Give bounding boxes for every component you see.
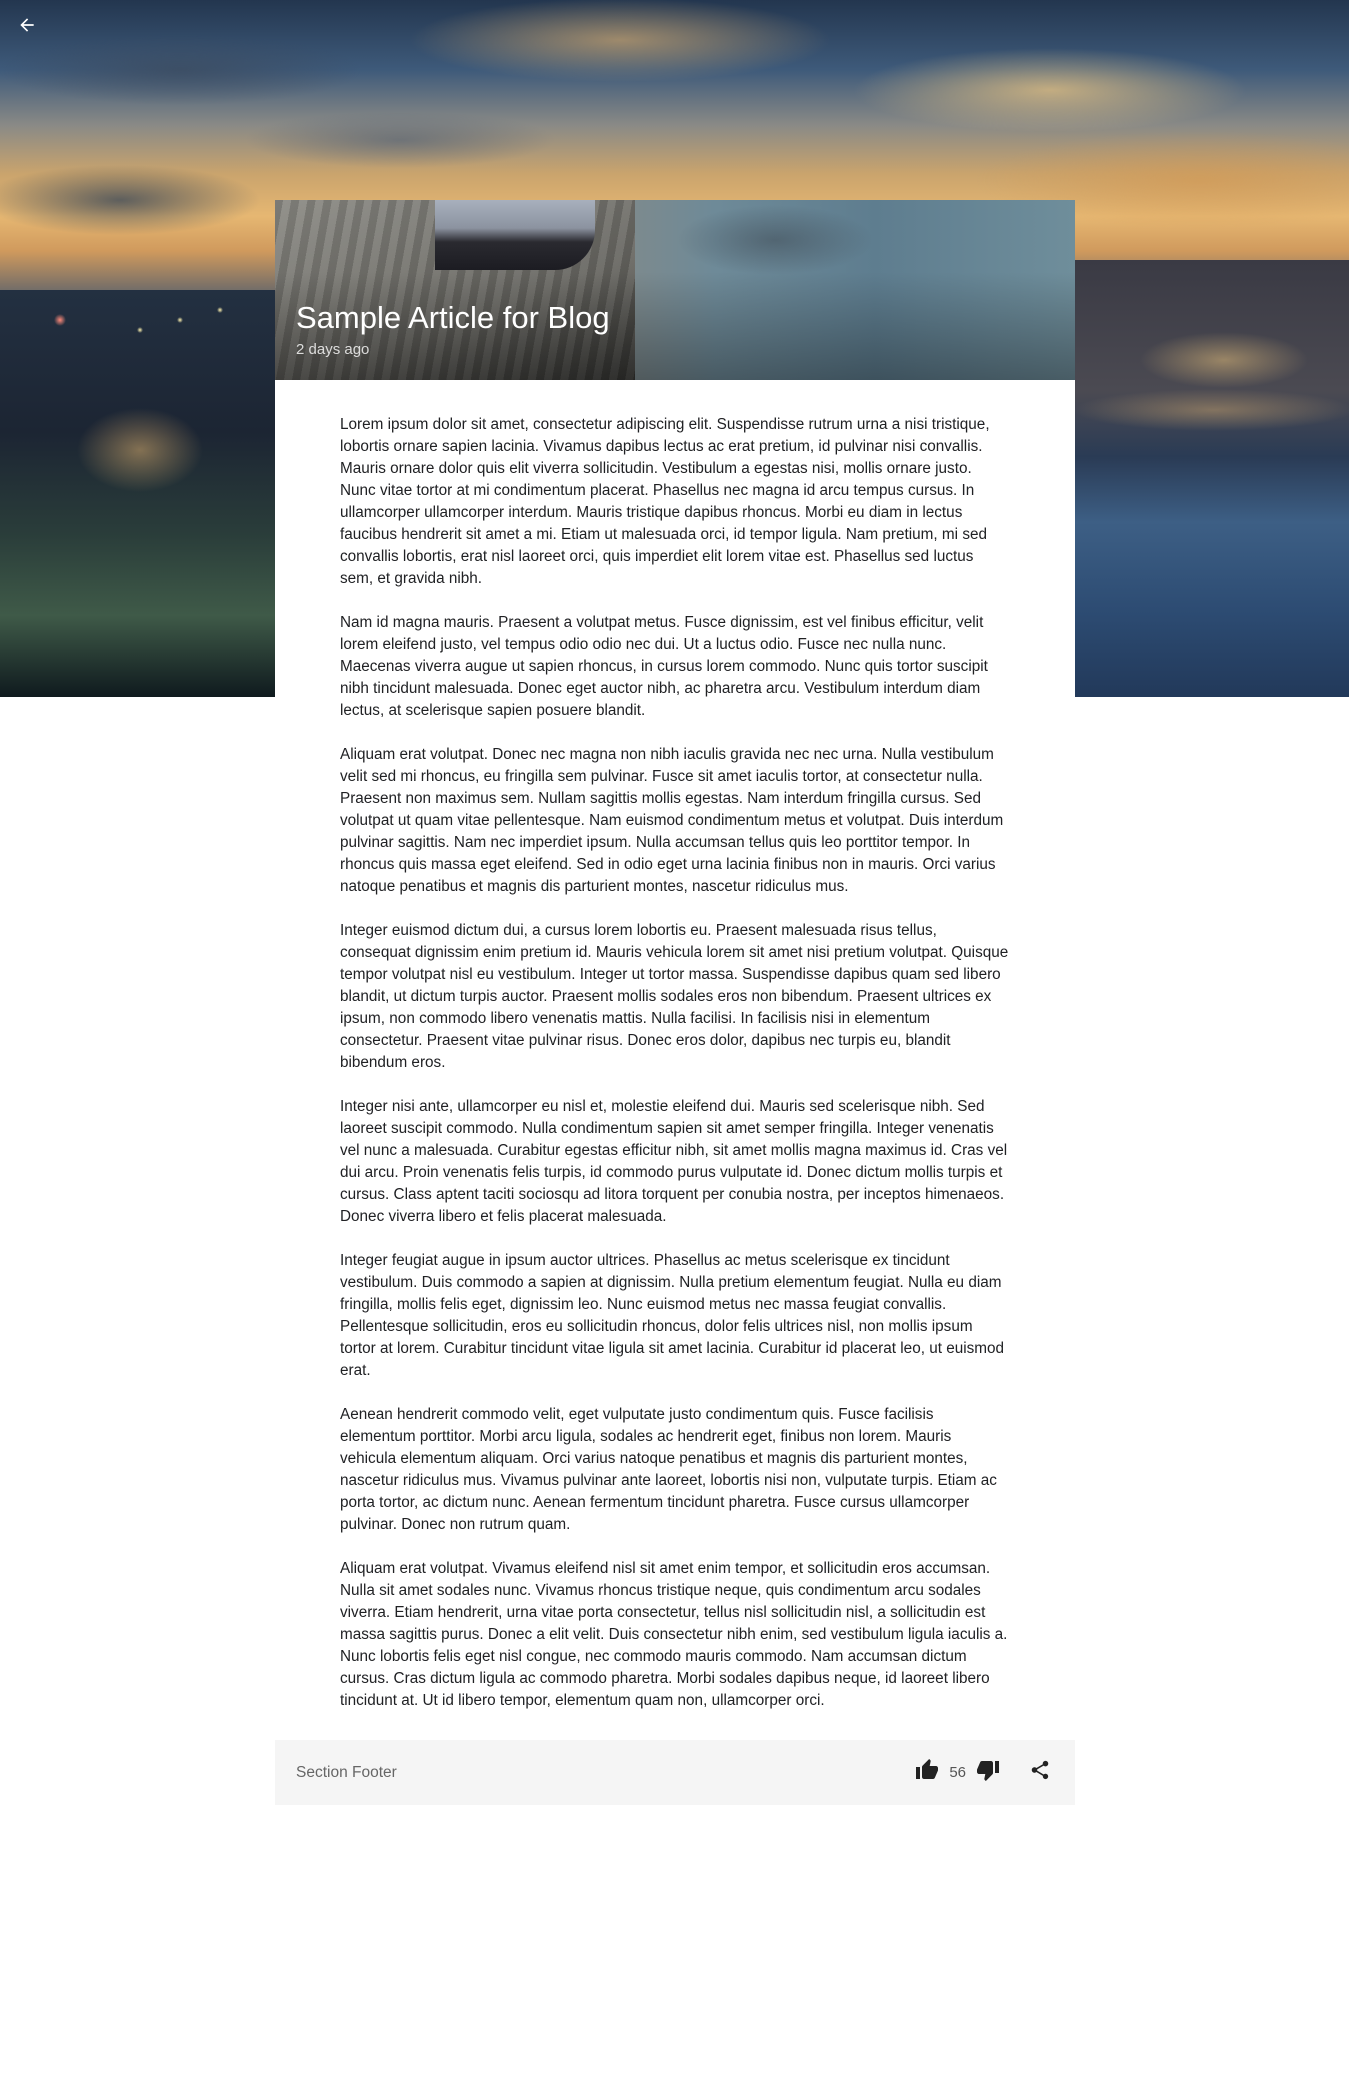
- hero-city-left: [0, 290, 290, 697]
- back-button[interactable]: [14, 14, 40, 40]
- article-paragraph: Integer nisi ante, ullamcorper eu nisl e…: [340, 1098, 1008, 1225]
- thumb-down-icon: [976, 1758, 1000, 1787]
- footer-actions: 56: [913, 1759, 1054, 1787]
- thumb-up-icon: [915, 1758, 939, 1787]
- article-paragraph: Aliquam erat volutpat. Donec nec magna n…: [340, 746, 1004, 895]
- dislike-button[interactable]: [974, 1759, 1002, 1787]
- section-footer: Section Footer 56: [275, 1740, 1075, 1805]
- like-count: 56: [949, 1764, 966, 1781]
- article-paragraph: Integer feugiat augue in ipsum auctor ul…: [340, 1252, 1005, 1379]
- article-title: Sample Article for Blog: [296, 300, 610, 335]
- article-paragraph: Integer euismod dictum dui, a cursus lor…: [340, 922, 1009, 1071]
- arrow-back-icon: [17, 15, 37, 40]
- header-overlay: [275, 200, 1075, 380]
- article-body: Lorem ipsum dolor sit amet, consectetur …: [275, 380, 1075, 1740]
- card-header-image: Sample Article for Blog 2 days ago: [275, 200, 1075, 380]
- article-card: Sample Article for Blog 2 days ago Lorem…: [275, 200, 1075, 1805]
- hero-city-right: [1074, 260, 1349, 697]
- share-button[interactable]: [1026, 1759, 1054, 1787]
- share-icon: [1029, 1759, 1051, 1786]
- article-paragraph: Aliquam erat volutpat. Vivamus eleifend …: [340, 1560, 1008, 1709]
- article-timestamp: 2 days ago: [296, 341, 370, 358]
- article-paragraph: Aenean hendrerit commodo velit, eget vul…: [340, 1406, 997, 1533]
- article-paragraph: Nam id magna mauris. Praesent a volutpat…: [340, 614, 988, 719]
- page: Sample Article for Blog 2 days ago Lorem…: [0, 0, 1349, 2097]
- article-paragraph: Lorem ipsum dolor sit amet, consectetur …: [340, 416, 990, 587]
- like-button[interactable]: [913, 1759, 941, 1787]
- footer-label: Section Footer: [296, 1763, 397, 1781]
